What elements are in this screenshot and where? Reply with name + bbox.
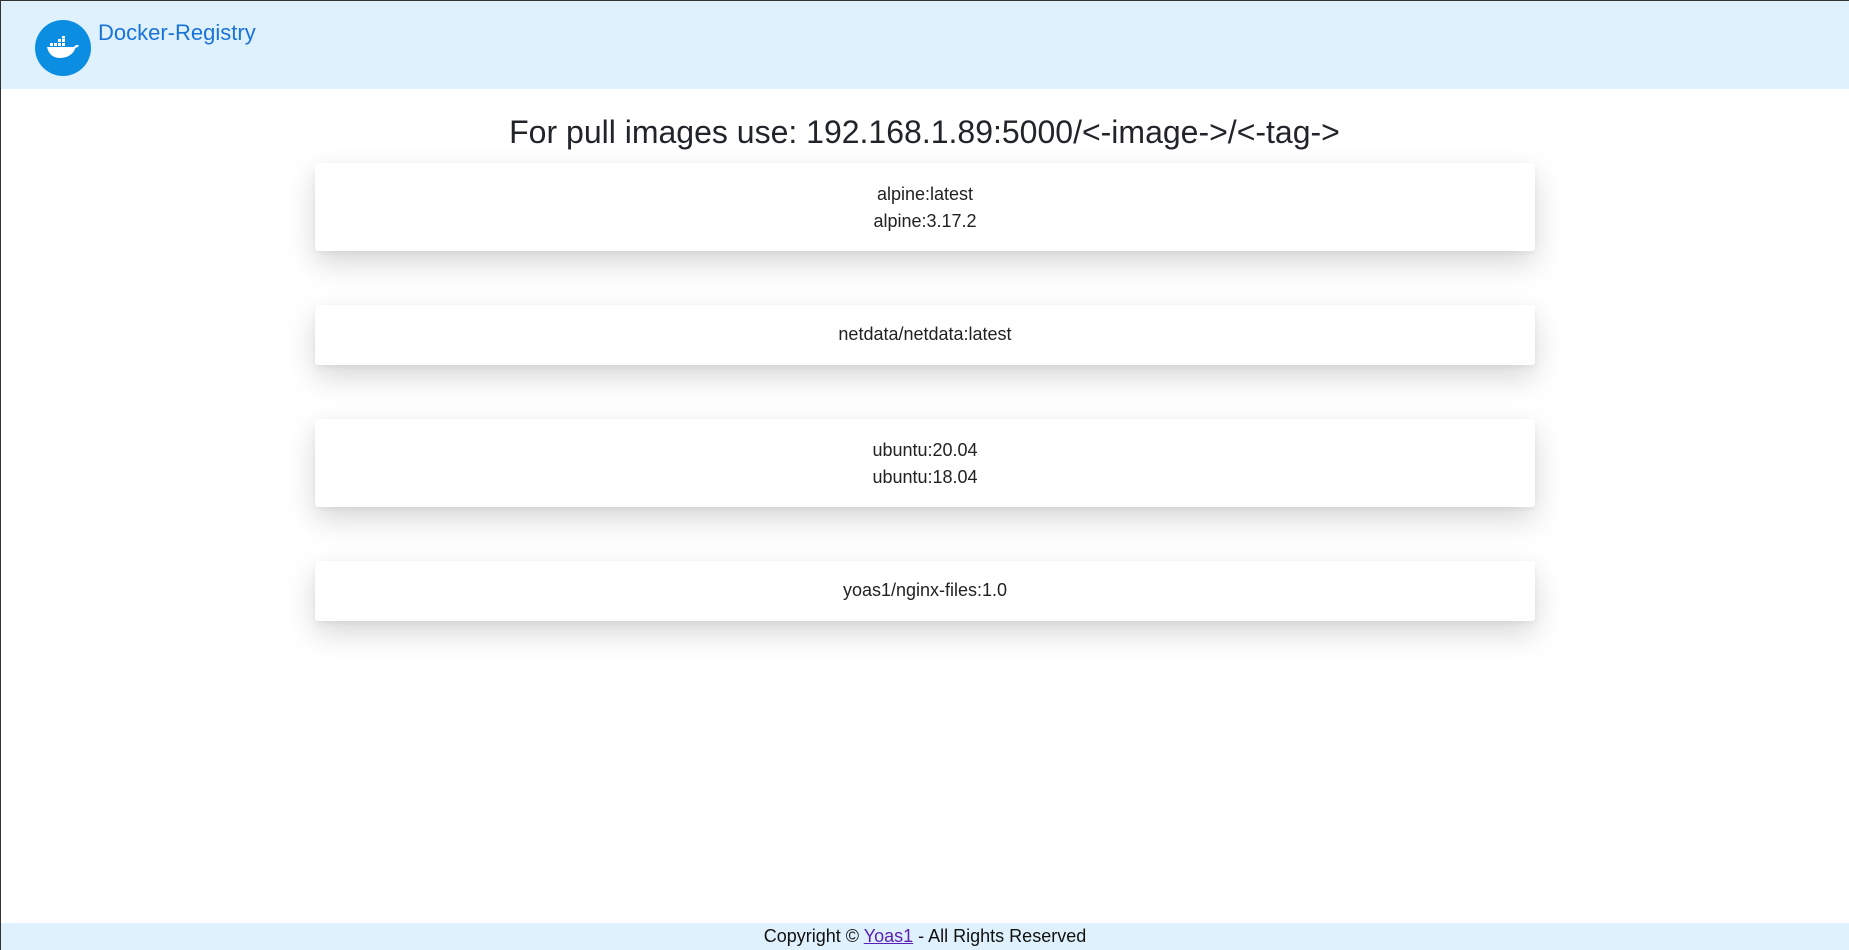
image-tag[interactable]: alpine:latest	[315, 181, 1535, 208]
author-link[interactable]: Yoas1	[864, 926, 913, 946]
image-tag[interactable]: alpine:3.17.2	[315, 208, 1535, 235]
copyright-suffix: - All Rights Reserved	[918, 926, 1087, 946]
copyright-prefix: Copyright ©	[763, 926, 860, 946]
image-tag[interactable]: ubuntu:18.04	[315, 464, 1535, 491]
image-tag[interactable]: ubuntu:20.04	[315, 437, 1535, 464]
pull-instructions-heading: For pull images use: 192.168.1.89:5000/<…	[509, 114, 1340, 150]
repository-card-nginx-files: yoas1/nginx-files:1.0	[315, 561, 1535, 621]
image-tag[interactable]: yoas1/nginx-files:1.0	[315, 577, 1535, 604]
brand-link[interactable]: Docker-Registry	[98, 20, 256, 46]
repository-card-ubuntu: ubuntu:20.04 ubuntu:18.04	[315, 419, 1535, 507]
docker-whale-icon	[47, 36, 79, 58]
repository-card-netdata: netdata/netdata:latest	[315, 305, 1535, 365]
footer: Copyright © Yoas1 - All Rights Reserved	[1, 923, 1849, 950]
top-navbar: Docker-Registry	[1, 1, 1849, 89]
docker-logo[interactable]	[35, 20, 91, 76]
image-tag[interactable]: netdata/netdata:latest	[315, 321, 1535, 348]
repository-card-alpine: alpine:latest alpine:3.17.2	[315, 163, 1535, 251]
